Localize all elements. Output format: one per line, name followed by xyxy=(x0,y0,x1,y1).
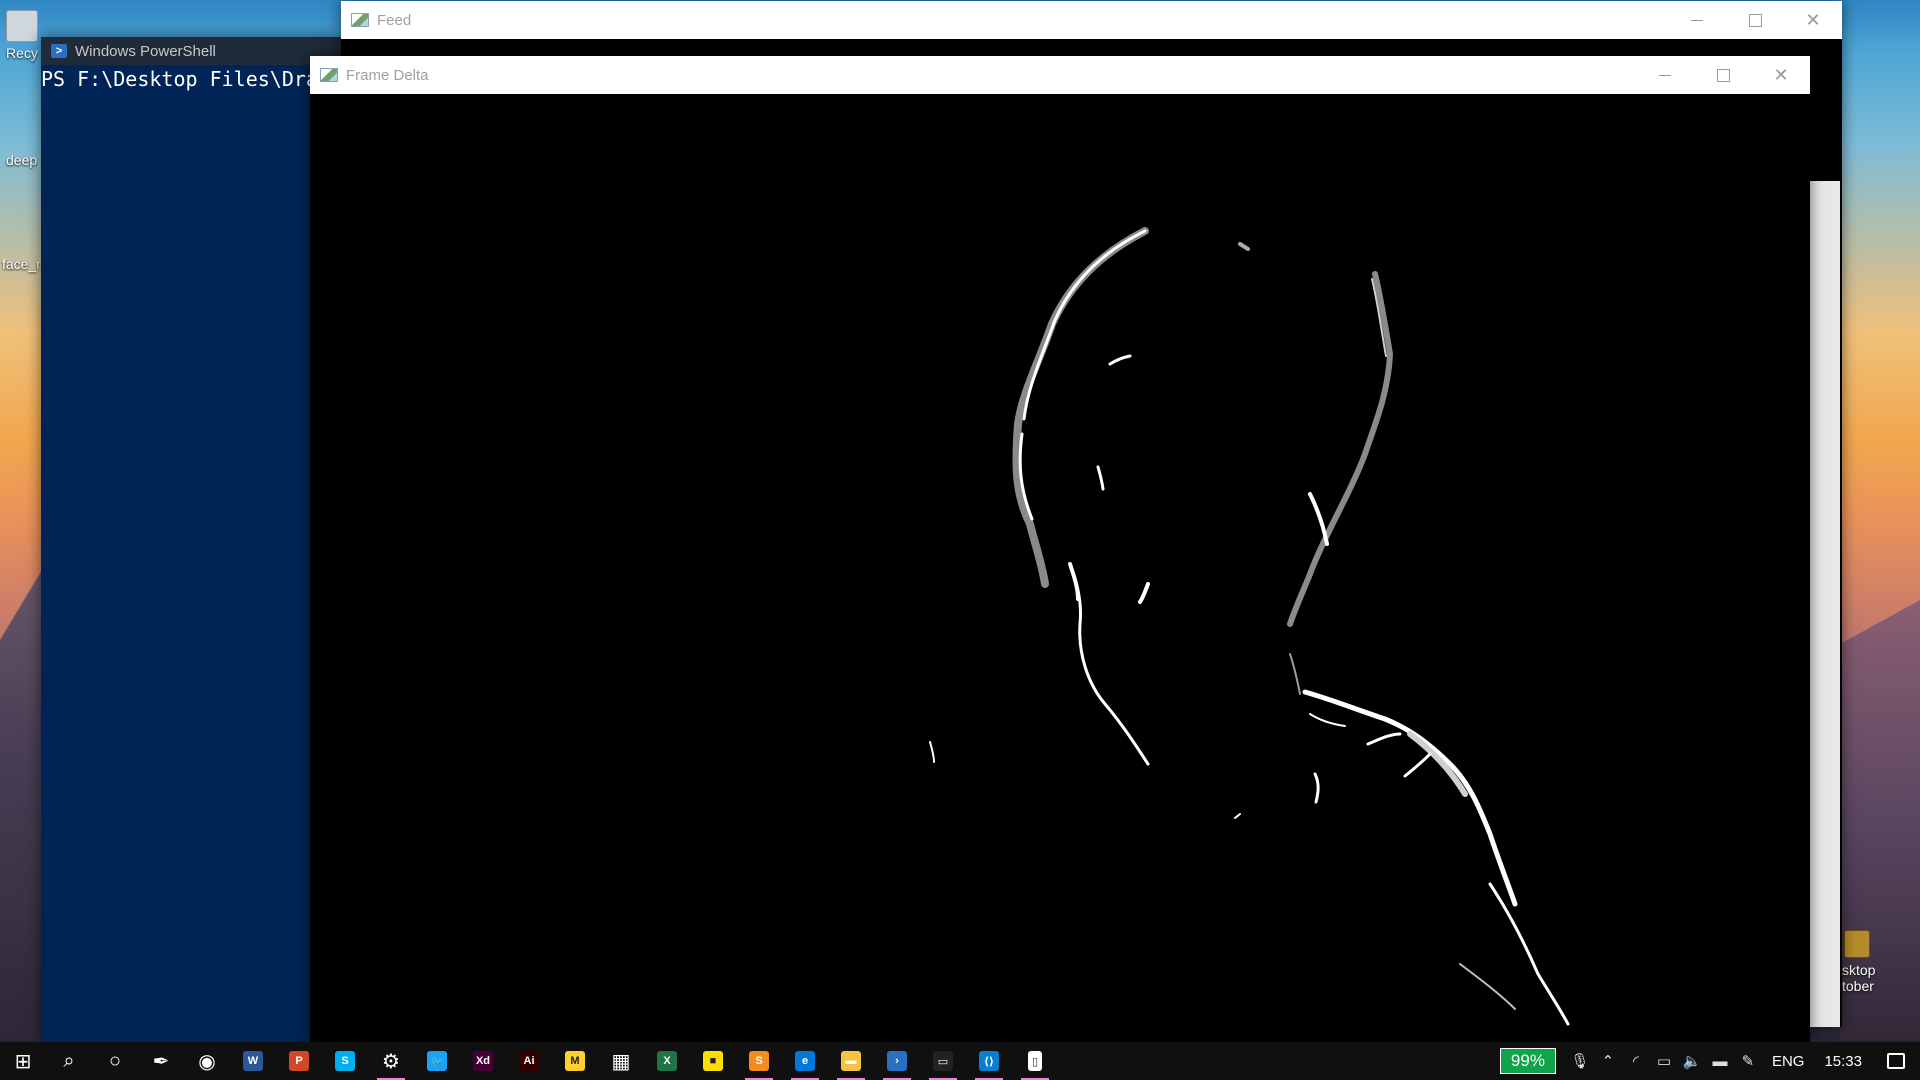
taskbar-start-button[interactable]: ⊞ xyxy=(0,1042,46,1080)
frame-delta-close-button[interactable]: ✕ xyxy=(1752,56,1810,94)
feed-scrollbar[interactable] xyxy=(1810,181,1840,1027)
chrome-icon: ◉ xyxy=(198,1050,216,1073)
pen-workspace-icon[interactable]: ✎ xyxy=(1734,1052,1762,1070)
frame-delta-minimize-button[interactable] xyxy=(1636,56,1694,94)
notepad-icon: ▯ xyxy=(1028,1051,1042,1071)
search-icon: ⌕ xyxy=(63,1049,75,1072)
notification-icon xyxy=(1887,1053,1905,1069)
taskbar: ⊞ ⌕ ○ ✒ ◉ W P S ⚙ 🐦 Xd Ai M ▦ X ■ Se ▬ › ▭ ⟨⟩ ▯ 99% 🎙 ⌃ ◜ ▭ 🔈… xyxy=(0,1042,1920,1080)
pen-icon: ✒ xyxy=(152,1050,170,1073)
system-tray: 99% 🎙 ⌃ ◜ ▭ 🔈 ▬ ✎ ENG 15:33 xyxy=(1499,1042,1920,1080)
feed-title: Feed xyxy=(377,11,412,29)
feed-close-button[interactable]: ✕ xyxy=(1784,1,1842,39)
frame-delta-titlebar[interactable]: Frame Delta ✕ xyxy=(310,56,1810,94)
battery-percentage[interactable]: 99% xyxy=(1499,1048,1556,1074)
taskbar-chrome-button[interactable]: ◉ xyxy=(184,1042,230,1080)
taskbar-terminal-button[interactable]: ▭ xyxy=(920,1042,966,1080)
illustrator-icon: Ai xyxy=(519,1051,539,1071)
word-icon-label: W xyxy=(247,1055,259,1067)
taskbar-app-list: ⊞ ⌕ ○ ✒ ◉ W P S ⚙ 🐦 Xd Ai M ▦ X ■ Se ▬ › ▭ ⟨⟩ ▯ xyxy=(0,1042,1058,1080)
sublime-icon-label: S xyxy=(755,1055,763,1067)
powershell-titlebar[interactable]: > Windows PowerShell xyxy=(41,37,341,65)
frame-delta-image xyxy=(310,94,1810,1042)
frame-delta-title: Frame Delta xyxy=(346,66,429,84)
taskbar-sublime-button[interactable]: S xyxy=(736,1042,782,1080)
powershell-prompt[interactable]: PS F:\Desktop Files\Dra xyxy=(41,67,318,91)
miro-icon: M xyxy=(565,1051,585,1071)
desktop-icon-deep[interactable]: deep xyxy=(6,152,37,168)
taskbar-search-button[interactable]: ⌕ xyxy=(46,1042,92,1080)
language-indicator[interactable]: ENG xyxy=(1762,1053,1815,1070)
taskbar-miro-button[interactable]: M xyxy=(552,1042,598,1080)
taskbar-file-explorer-button[interactable]: ▬ xyxy=(828,1042,874,1080)
frame-delta-window[interactable]: Frame Delta ✕ xyxy=(310,56,1810,1042)
powerpoint-icon: P xyxy=(289,1051,309,1071)
taskbar-powerpoint-button[interactable]: P xyxy=(276,1042,322,1080)
adobe-xd-icon: Xd xyxy=(473,1051,493,1071)
taskbar-skype-button[interactable]: S xyxy=(322,1042,368,1080)
frame-delta-maximize-button[interactable] xyxy=(1694,56,1752,94)
feed-maximize-button[interactable] xyxy=(1726,1,1784,39)
calculator-icon: ▦ xyxy=(611,1050,631,1073)
powershell-icon: › xyxy=(887,1051,907,1071)
skype-icon: S xyxy=(335,1051,355,1071)
volume-icon[interactable]: 🔈 xyxy=(1678,1052,1706,1070)
folder-icon: ▬ xyxy=(841,1051,861,1071)
edge-icon: e xyxy=(795,1051,815,1071)
sublime-icon: S xyxy=(749,1051,769,1071)
desktop-icon-desktop-october[interactable]: sktop tober xyxy=(1842,930,1875,994)
taskbar-notepad-button[interactable]: ▯ xyxy=(1012,1042,1058,1080)
desktop-icon-recycle-bin[interactable]: Recy xyxy=(6,10,38,61)
edge-icon-label: e xyxy=(801,1055,809,1067)
windows-logo-icon: ⊞ xyxy=(14,1050,32,1073)
word-icon: W xyxy=(243,1051,263,1071)
feed-titlebar[interactable]: Feed ✕ xyxy=(341,1,1842,39)
taskbar-pen-button[interactable]: ✒ xyxy=(138,1042,184,1080)
twitter-icon: 🐦 xyxy=(427,1051,447,1071)
excel-icon: X xyxy=(657,1051,677,1071)
skype-icon-label: S xyxy=(341,1055,349,1067)
taskbar-vscode-button[interactable]: ⟨⟩ xyxy=(966,1042,1012,1080)
taskbar-adobe-xd-button[interactable]: Xd xyxy=(460,1042,506,1080)
powershell-window[interactable]: > Windows PowerShell PS F:\Desktop Files… xyxy=(41,37,341,1042)
clock[interactable]: 15:33 xyxy=(1814,1053,1872,1070)
close-icon: ✕ xyxy=(1773,64,1789,85)
wifi-icon[interactable]: ◜ xyxy=(1622,1052,1650,1070)
terminal-icon: ▭ xyxy=(933,1051,953,1071)
taskbar-cortana-button[interactable]: ○ xyxy=(92,1042,138,1080)
taskbar-excel-button[interactable]: X xyxy=(644,1042,690,1080)
excel-icon-label: X xyxy=(663,1055,671,1067)
taskbar-sticky-notes-button[interactable]: ■ xyxy=(690,1042,736,1080)
settings-icon: ⚙ xyxy=(382,1050,400,1073)
window-app-icon xyxy=(351,13,369,27)
taskbar-word-button[interactable]: W xyxy=(230,1042,276,1080)
adobe-xd-icon-label: Xd xyxy=(475,1055,491,1067)
desktop-icon-face[interactable]: face_r xyxy=(2,256,41,272)
powershell-icon: > xyxy=(51,44,67,58)
chevron-up-icon[interactable]: ⌃ xyxy=(1594,1052,1622,1070)
taskbar-twitter-button[interactable]: 🐦 xyxy=(414,1042,460,1080)
battery-icon[interactable]: ▬ xyxy=(1706,1053,1734,1070)
vscode-icon: ⟨⟩ xyxy=(979,1051,999,1071)
powerpoint-icon-label: P xyxy=(295,1055,303,1067)
network-icon[interactable]: ▭ xyxy=(1650,1052,1678,1070)
feed-minimize-button[interactable] xyxy=(1668,1,1726,39)
cortana-icon: ○ xyxy=(108,1049,122,1072)
recycle-bin-icon xyxy=(6,10,38,42)
taskbar-illustrator-button[interactable]: Ai xyxy=(506,1042,552,1080)
action-center-button[interactable] xyxy=(1872,1053,1920,1069)
close-icon: ✕ xyxy=(1805,9,1821,30)
powershell-title: Windows PowerShell xyxy=(75,42,216,60)
mic-icon[interactable]: 🎙 xyxy=(1566,1052,1594,1070)
sticky-notes-icon: ■ xyxy=(703,1051,723,1071)
illustrator-icon-label: Ai xyxy=(523,1055,535,1067)
archive-icon xyxy=(1844,930,1870,958)
taskbar-powershell-button[interactable]: › xyxy=(874,1042,920,1080)
window-app-icon xyxy=(320,68,338,82)
taskbar-edge-button[interactable]: e xyxy=(782,1042,828,1080)
taskbar-calculator-button[interactable]: ▦ xyxy=(598,1042,644,1080)
taskbar-settings-button[interactable]: ⚙ xyxy=(368,1042,414,1080)
